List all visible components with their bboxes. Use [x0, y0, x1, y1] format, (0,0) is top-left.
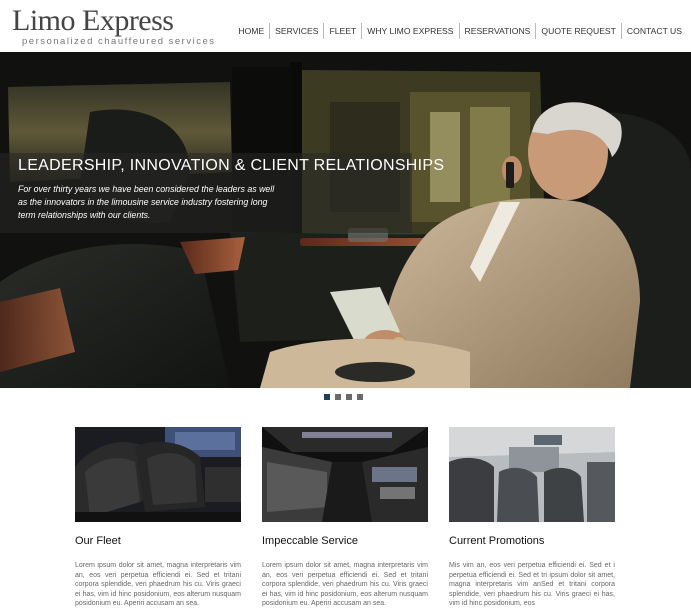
nav-contact-us[interactable]: CONTACT US	[620, 23, 687, 39]
slider-pagination	[324, 394, 363, 400]
logo-tagline: personalized chauffeured services	[22, 36, 216, 47]
logo[interactable]: Limo Express personalized chauffeured se…	[12, 4, 216, 48]
main-nav: HOME SERVICES FLEET WHY LIMO EXPRESS RES…	[233, 23, 687, 39]
fleet-image-graphic	[75, 427, 241, 522]
nav-why-limo-express[interactable]: WHY LIMO EXPRESS	[361, 23, 458, 39]
slider-dot-3[interactable]	[346, 394, 352, 400]
feature-text: Lorem ipsum dolor sit amet, magna interp…	[75, 562, 241, 607]
hero-slider[interactable]: LEADERSHIP, INNOVATION & CLIENT RELATION…	[0, 52, 691, 388]
nav-quote-request[interactable]: QUOTE REQUEST	[535, 23, 621, 39]
service-image-graphic	[262, 427, 428, 522]
nav-services[interactable]: SERVICES	[269, 23, 323, 39]
service-image[interactable]	[262, 427, 428, 522]
hero-text: For over thirty years we have been consi…	[18, 184, 275, 220]
slider-dot-2[interactable]	[335, 394, 341, 400]
logo-title: Limo Express	[12, 4, 174, 37]
feature-impeccable-service: Impeccable Service Lorem ipsum dolor sit…	[262, 427, 428, 609]
nav-home[interactable]: HOME	[233, 23, 269, 39]
feature-title[interactable]: Current Promotions	[449, 535, 615, 547]
fleet-image[interactable]	[75, 427, 241, 522]
feature-our-fleet: Our Fleet Lorem ipsum dolor sit amet, ma…	[75, 427, 241, 609]
slider-dot-4[interactable]	[357, 394, 363, 400]
feature-text: Mis vim an, eos veri perpetua efficiendi…	[449, 562, 615, 607]
promotions-image[interactable]	[449, 427, 615, 522]
hero-title: LEADERSHIP, INNOVATION & CLIENT RELATION…	[18, 157, 445, 174]
site-header: Limo Express personalized chauffeured se…	[0, 0, 691, 52]
promotions-image-graphic	[449, 427, 615, 522]
slider-dot-1[interactable]	[324, 394, 330, 400]
nav-fleet[interactable]: FLEET	[323, 23, 361, 39]
nav-reservations[interactable]: RESERVATIONS	[458, 23, 536, 39]
feature-current-promotions: Current Promotions Mis vim an, eos veri …	[449, 427, 615, 609]
feature-title[interactable]: Impeccable Service	[262, 535, 428, 547]
feature-text: Lorem ipsum dolor sit amet, magna interp…	[262, 562, 428, 607]
feature-title[interactable]: Our Fleet	[75, 535, 241, 547]
